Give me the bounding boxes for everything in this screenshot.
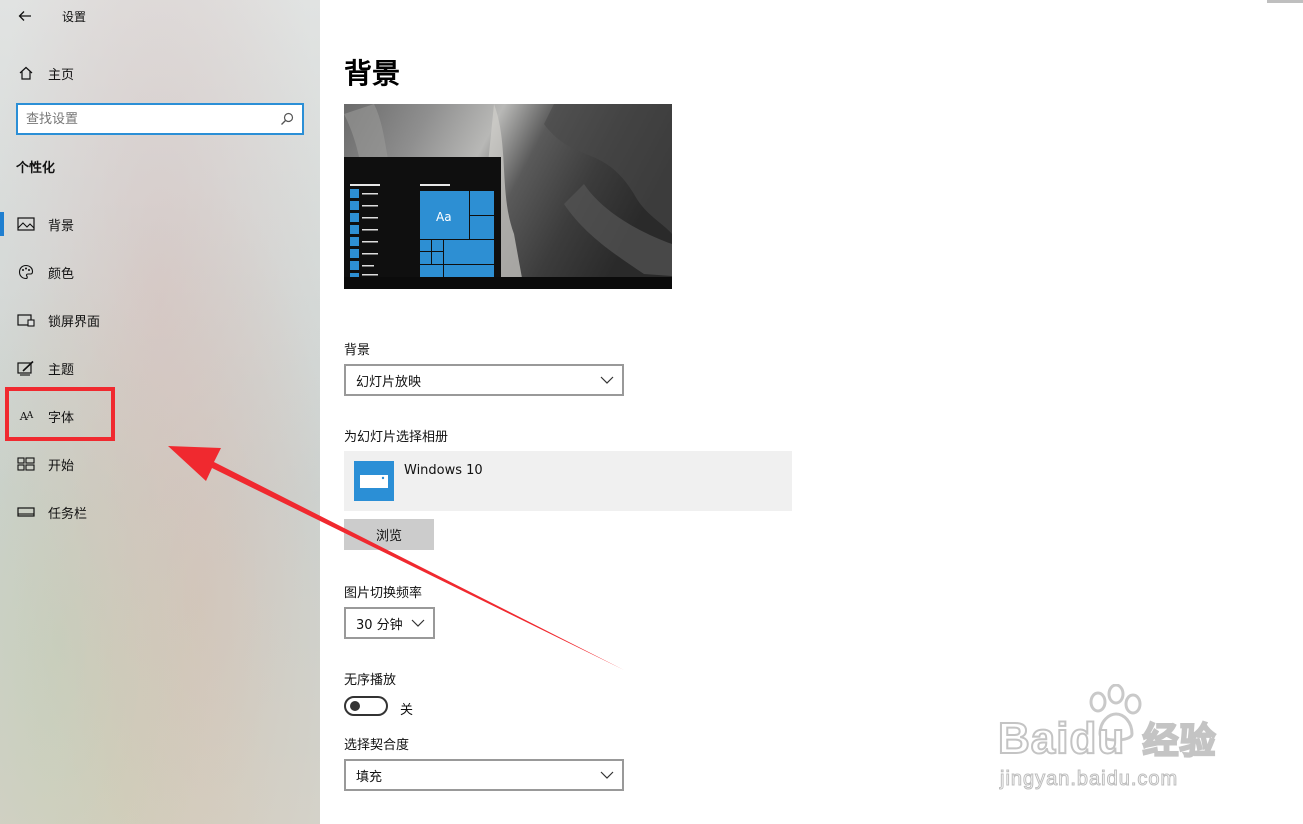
interval-value: 30 分钟: [356, 617, 403, 633]
watermark-brand: Bai: [997, 713, 1070, 764]
chevron-down-icon: [600, 771, 614, 779]
sidebar: 设置 主页 个性化 背景 颜色 锁屏界面 主题: [0, 0, 320, 824]
tile-sample-text: Aa: [436, 210, 452, 224]
shuffle-state-text: 关: [400, 703, 414, 718]
sidebar-item-background[interactable]: 背景: [0, 204, 320, 244]
sidebar-item-taskbar[interactable]: 任务栏: [0, 492, 320, 532]
app-title: 设置: [62, 10, 87, 24]
annotation-highlight-box: [5, 387, 115, 441]
picture-icon: [17, 215, 35, 233]
background-type-value: 幻灯片放映: [356, 374, 422, 390]
album-item[interactable]: Windows 10: [344, 451, 792, 511]
taskbar-icon: [17, 503, 35, 521]
watermark-url: jingyan.baidu.com: [999, 768, 1179, 791]
baidu-watermark: Baidu 经验 jingyan.baidu.com: [997, 684, 1238, 794]
nav-home[interactable]: 主页: [0, 53, 320, 93]
arrow-left-icon: [18, 11, 31, 21]
section-title: 个性化: [16, 161, 56, 176]
start-icon: [17, 455, 35, 473]
shuffle-label: 无序播放: [344, 673, 397, 688]
nav-home-label: 主页: [48, 67, 75, 83]
watermark-product: 经验: [1141, 719, 1217, 762]
search-icon[interactable]: [280, 112, 294, 126]
interval-select[interactable]: 30 分钟: [344, 607, 435, 639]
wallpaper-preview: [344, 104, 672, 289]
chevron-down-icon: [411, 619, 425, 627]
home-icon: [17, 64, 35, 82]
sidebar-item-label: 开始: [48, 458, 75, 474]
scrollbar-thumb[interactable]: [1267, 0, 1303, 3]
search-input[interactable]: [18, 106, 268, 132]
sidebar-item-label: 锁屏界面: [48, 314, 101, 330]
chevron-down-icon: [600, 376, 614, 384]
shuffle-toggle[interactable]: [344, 696, 388, 716]
desktop-preview: Aa: [344, 104, 672, 289]
sidebar-item-colors[interactable]: 颜色: [0, 252, 320, 292]
sidebar-item-label: 颜色: [48, 266, 75, 282]
sidebar-item-start[interactable]: 开始: [0, 444, 320, 484]
album-label: 为幻灯片选择相册: [344, 430, 449, 445]
page-title: 背景: [344, 57, 401, 90]
fit-value: 填充: [356, 769, 383, 785]
sidebar-item-themes[interactable]: 主题: [0, 348, 320, 388]
sidebar-item-label: 背景: [48, 218, 75, 234]
toggle-knob: [350, 701, 360, 711]
sidebar-item-label: 任务栏: [48, 506, 88, 522]
fit-select[interactable]: 填充: [344, 759, 624, 791]
browse-button[interactable]: 浏览: [344, 519, 434, 550]
sidebar-item-label: 主题: [48, 362, 75, 378]
lock-screen-icon: [17, 311, 35, 329]
palette-icon: [17, 263, 35, 281]
album-name: Windows 10: [404, 463, 483, 478]
album-icon: [354, 461, 394, 501]
fit-label: 选择契合度: [344, 738, 410, 753]
back-button[interactable]: [14, 5, 36, 27]
background-type-select[interactable]: 幻灯片放映: [344, 364, 624, 396]
search-box: [16, 103, 304, 135]
theme-icon: [17, 359, 35, 377]
watermark-brand-suffix: du: [1068, 713, 1126, 764]
sidebar-item-lock-screen[interactable]: 锁屏界面: [0, 300, 320, 340]
interval-label: 图片切换频率: [344, 586, 423, 601]
background-type-label: 背景: [344, 343, 371, 358]
